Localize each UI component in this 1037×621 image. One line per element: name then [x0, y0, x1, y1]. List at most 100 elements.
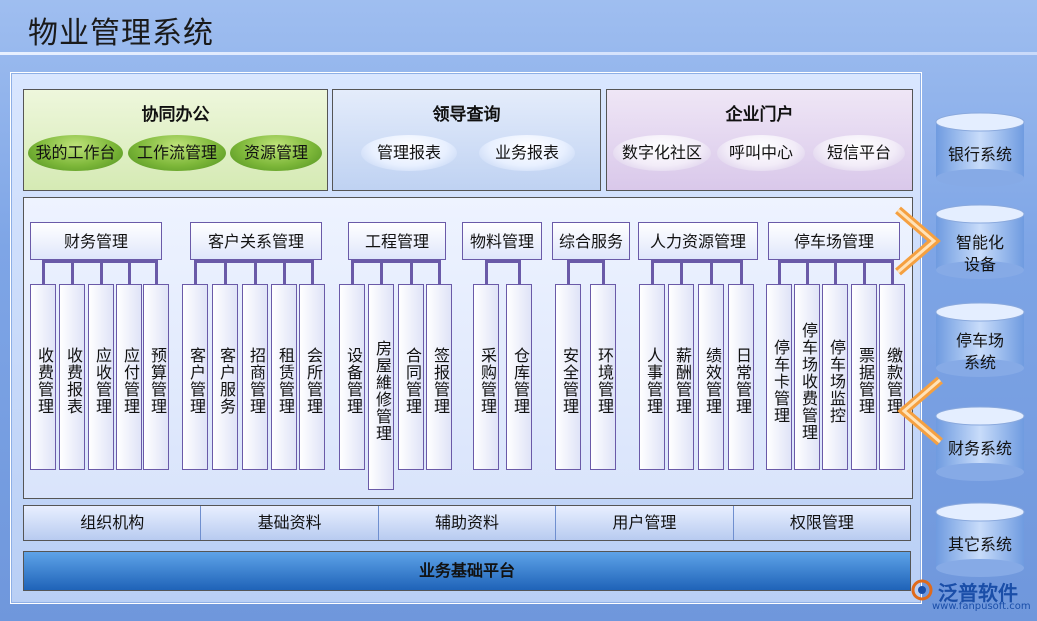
connector [351, 260, 441, 263]
logo-url: www.fanpusoft.com [932, 601, 1031, 612]
connector [311, 260, 314, 284]
architecture-frame: 协同办公 我的工作台 工作流管理 资源管理 领导查询 管理报表 业务报表 企业门… [10, 72, 922, 604]
sub-module: 收费管理 [30, 284, 56, 470]
module-human-resources: 人力资源管理 [638, 222, 758, 260]
box-collaboration: 协同办公 我的工作台 工作流管理 资源管理 [23, 89, 328, 191]
pill-sms-platform: 短信平台 [813, 135, 905, 171]
finance-system-label: 财务系统 [947, 439, 1012, 458]
other-systems-label: 其它系统 [947, 535, 1012, 554]
sub-module: 应付管理 [116, 284, 142, 470]
connector [71, 260, 74, 284]
connector [740, 260, 743, 284]
connector [380, 260, 383, 284]
parking-system-label: 停车场系统 [955, 331, 1004, 372]
connector [710, 260, 713, 284]
module-engineering: 工程管理 [348, 222, 446, 260]
sub-module: 签报管理 [426, 284, 452, 470]
cylinder-other-systems: 其它系统 [934, 502, 1026, 578]
page-title: 物业管理系统 [28, 16, 214, 51]
pill-call-center: 呼叫中心 [717, 135, 805, 171]
connector [680, 260, 683, 284]
box-portal-title: 企业门户 [725, 105, 794, 125]
sub-module: 客户服务 [212, 284, 238, 470]
sub-module: 环境管理 [590, 284, 616, 470]
sub-module: 安全管理 [555, 284, 581, 470]
connector [806, 260, 809, 284]
connector [194, 260, 197, 284]
box-leadership-query: 领导查询 管理报表 业务报表 [332, 89, 601, 191]
sub-module: 房屋維修管理 [368, 284, 394, 490]
sub-module: 停车卡管理 [766, 284, 792, 470]
pill-management-reports: 管理报表 [361, 135, 457, 171]
pill-digital-community: 数字化社区 [613, 135, 711, 171]
title-divider [0, 52, 1037, 55]
connector [518, 260, 521, 284]
sub-module: 应收管理 [88, 284, 114, 470]
sub-module: 预算管理 [143, 284, 169, 470]
sub-module: 客户管理 [182, 284, 208, 470]
connector [42, 260, 45, 284]
connector [778, 260, 781, 284]
connector [155, 260, 158, 284]
foundation-strip: 组织机构 基础资料 辅助资料 用户管理 权限管理 [23, 505, 911, 541]
box-collaboration-title: 协同办公 [141, 105, 210, 125]
connector [651, 260, 743, 263]
module-parking: 停车场管理 [768, 222, 900, 260]
connector [651, 260, 654, 284]
sub-module: 票据管理 [851, 284, 877, 470]
connector [100, 260, 103, 284]
business-platform: 业务基础平台 [23, 551, 911, 591]
box-leadership-title: 领导查询 [432, 105, 501, 125]
connector [351, 260, 354, 284]
strip-permissions: 权限管理 [789, 513, 854, 532]
sub-module: 合同管理 [398, 284, 424, 470]
smart-devices-label: 智能化设备 [955, 233, 1004, 274]
pill-business-reports: 业务报表 [479, 135, 575, 171]
connector [485, 260, 488, 284]
pill-my-workbench: 我的工作台 [28, 135, 123, 171]
connector [602, 260, 605, 284]
connector [567, 260, 570, 284]
cylinder-smart-devices: 智能化设备 [934, 204, 1026, 280]
sub-module: 收费报表 [59, 284, 85, 470]
module-general-services: 综合服务 [552, 222, 630, 260]
strip-org-structure: 组织机构 [24, 506, 202, 540]
cylinder-parking-system: 停车场系统 [934, 302, 1026, 378]
sub-module: 设备管理 [339, 284, 365, 470]
cylinder-finance-system: 财务系统 [934, 406, 1026, 482]
arrow-left-icon [897, 376, 943, 446]
connector [128, 260, 131, 284]
business-modules-panel: 财务管理 收费管理 收费报表 应收管理 应付管理 预算管理 客户关系管理 客户管… [23, 197, 913, 499]
sub-module: 薪酬管理 [668, 284, 694, 470]
bank-system-label: 银行系统 [947, 145, 1012, 164]
sub-module: 人事管理 [639, 284, 665, 470]
connector [863, 260, 866, 284]
arrow-right-icon [895, 206, 941, 276]
sub-module: 仓库管理 [506, 284, 532, 470]
pill-workflow: 工作流管理 [128, 135, 226, 171]
sub-module: 停车场监控 [822, 284, 848, 470]
pill-resources: 资源管理 [230, 135, 322, 171]
strip-base-data: 基础资料 [201, 506, 379, 540]
module-customer-relations: 客户关系管理 [190, 222, 322, 260]
connector [410, 260, 413, 284]
connector [283, 260, 286, 284]
sub-module: 招商管理 [242, 284, 268, 470]
connector [834, 260, 837, 284]
sub-module: 采购管理 [473, 284, 499, 470]
sub-module: 会所管理 [299, 284, 325, 470]
sub-module: 绩效管理 [698, 284, 724, 470]
cylinder-bank-system: 银行系统 [934, 112, 1026, 188]
connector [438, 260, 441, 284]
sub-module: 日常管理 [728, 284, 754, 470]
connector [224, 260, 227, 284]
sub-module: 停车场收费管理 [794, 284, 820, 470]
box-enterprise-portal: 企业门户 数字化社区 呼叫中心 短信平台 [606, 89, 913, 191]
connector [567, 260, 605, 263]
strip-user-management: 用户管理 [556, 506, 734, 540]
module-materials: 物料管理 [462, 222, 542, 260]
module-finance: 财务管理 [30, 222, 162, 260]
strip-aux-data: 辅助资料 [379, 506, 557, 540]
sub-module: 租赁管理 [271, 284, 297, 470]
connector [485, 260, 521, 263]
